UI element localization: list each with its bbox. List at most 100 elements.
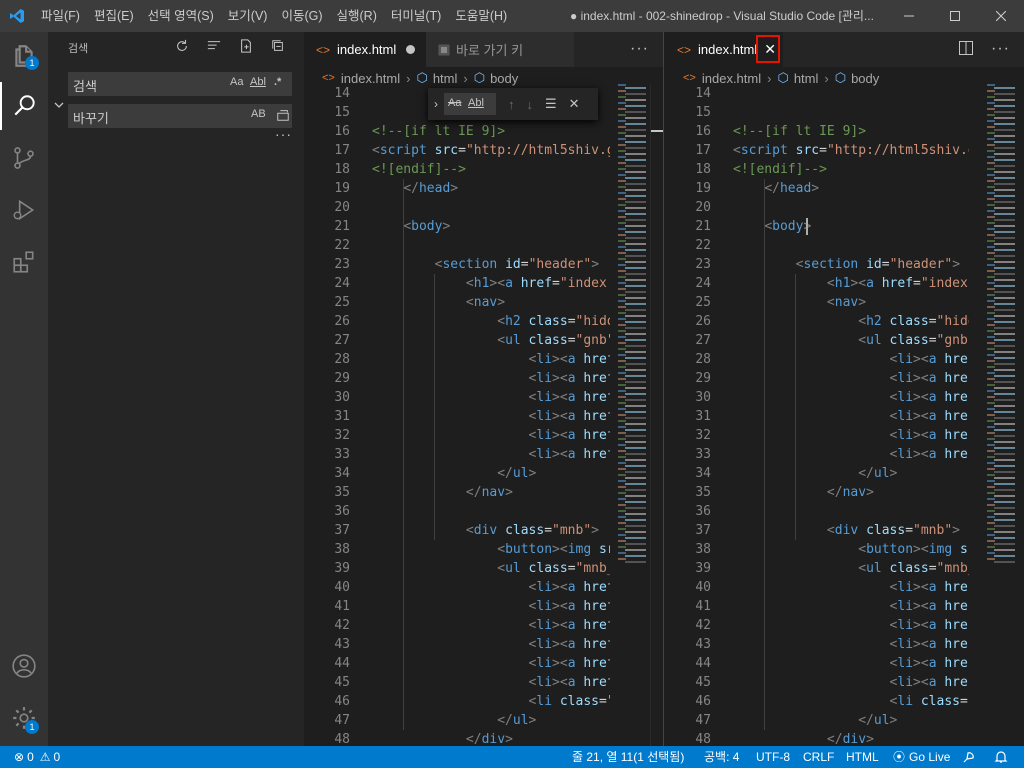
code-line[interactable]: 47 </ul> (304, 711, 610, 730)
code-line[interactable]: 41 <li><a href (304, 597, 610, 616)
match-case-toggle[interactable]: Aa (448, 97, 461, 109)
code-line[interactable]: 37 <div class="mnb"> (665, 521, 969, 540)
language-mode[interactable]: HTML (846, 746, 879, 768)
code-line[interactable]: 39 <ul class="mnb_ (665, 559, 969, 578)
find-in-selection-icon[interactable]: ☰ (545, 96, 557, 112)
code-line[interactable]: 24 <h1><a href="index. (665, 274, 969, 293)
code-line[interactable]: 18 <![endif]--> (304, 160, 610, 179)
code-line[interactable]: 34 </ul> (665, 464, 969, 483)
replace-all-icon[interactable] (276, 108, 290, 125)
code-line[interactable]: 32 <li><a href (304, 426, 610, 445)
accounts-button[interactable] (0, 642, 48, 690)
next-match-icon[interactable]: ↓ (527, 97, 534, 112)
problems-indicator[interactable]: ⊗ 0 ⚠ 0 (14, 746, 60, 768)
code-line[interactable]: 48 </div> (304, 730, 610, 746)
code-line[interactable]: 24 <h1><a href="index. (304, 274, 610, 293)
code-line[interactable]: 32 <li><a href (665, 426, 969, 445)
more-search-options-icon[interactable]: ··· (275, 126, 292, 142)
minimize-button[interactable] (886, 0, 932, 32)
code-editor-left[interactable]: 14 15 16 <!--[if lt IE 9]> 17 <script src="ht… (304, 84, 663, 746)
code-line[interactable]: 40 <li><a href (304, 578, 610, 597)
search-input[interactable]: 검색 Aa Abl .* (68, 72, 292, 96)
more-actions-icon[interactable]: ··· (630, 40, 649, 58)
code-line[interactable]: 18 <![endif]--> (665, 160, 969, 179)
unsaved-dot-icon[interactable] (406, 45, 416, 54)
menu-view[interactable]: 보기(V) (221, 0, 275, 32)
code-line[interactable]: 35 </nav> (665, 483, 969, 502)
code-line[interactable]: 30 <li><a href (665, 388, 969, 407)
minimap-right[interactable] (983, 84, 1024, 746)
toggle-replace-icon[interactable]: › (434, 97, 438, 111)
menu-file[interactable]: 파일(F) (34, 0, 87, 32)
more-actions-icon[interactable]: ··· (991, 40, 1010, 58)
code-line[interactable]: 22 (665, 236, 969, 255)
close-window-button[interactable] (978, 0, 1024, 32)
code-line[interactable]: 33 <li><a href (304, 445, 610, 464)
code-line[interactable]: 42 <li><a href (665, 616, 969, 635)
code-line[interactable]: 43 <li><a href (665, 635, 969, 654)
code-line[interactable]: 26 <h2 class="hidde (304, 312, 610, 331)
code-line[interactable]: 43 <li><a href (304, 635, 610, 654)
code-line[interactable]: 15 (665, 103, 969, 122)
menu-help[interactable]: 도움말(H) (448, 0, 514, 32)
match-whole-word-toggle[interactable]: Abl (250, 76, 266, 88)
code-line[interactable]: 28 <li><a href (665, 350, 969, 369)
replace-input[interactable]: 바꾸기 AB (68, 104, 292, 128)
line-ending[interactable]: CRLF (803, 746, 834, 768)
go-live-button[interactable]: ⦿ Go Live (893, 746, 950, 768)
code-line[interactable]: 40 <li><a href (665, 578, 969, 597)
close-find-icon[interactable]: ✕ (569, 96, 580, 112)
code-line[interactable]: 35 </nav> (304, 483, 610, 502)
code-line[interactable]: 46 <li class=" (304, 692, 610, 711)
code-line[interactable]: 16 <!--[if lt IE 9]> (665, 122, 969, 141)
menu-edit[interactable]: 편집(E) (87, 0, 141, 32)
scrollbar-left[interactable] (650, 84, 663, 746)
code-line[interactable]: 44 <li><a href (665, 654, 969, 673)
refresh-icon[interactable] (174, 38, 190, 54)
code-line[interactable]: 48 </div> (665, 730, 969, 746)
encoding[interactable]: UTF-8 (756, 746, 790, 768)
code-line[interactable]: 20 (304, 198, 610, 217)
manage-button[interactable]: 1 (0, 694, 48, 742)
search-button[interactable] (0, 82, 48, 130)
notifications-bell-icon[interactable] (994, 746, 1008, 768)
code-line[interactable]: 37 <div class="mnb"> (304, 521, 610, 540)
code-line[interactable]: 19 </head> (665, 179, 969, 198)
code-line[interactable]: 14 (665, 84, 969, 103)
preserve-case-toggle[interactable]: AB (251, 108, 266, 120)
code-line[interactable]: 21 <body> (665, 217, 969, 236)
cursor-position[interactable]: 줄 21, 열 11(1 선택됨) (572, 746, 684, 768)
previous-match-icon[interactable]: ↑ (508, 97, 515, 112)
code-line[interactable]: 31 <li><a href (665, 407, 969, 426)
extensions-button[interactable] (0, 238, 48, 286)
code-editor-right[interactable]: 14 15 16 <!--[if lt IE 9]> 17 <script src="ht… (665, 84, 1024, 746)
code-line[interactable]: 47 </ul> (665, 711, 969, 730)
find-input[interactable]: Aa Abl (444, 93, 496, 115)
menu-run[interactable]: 실행(R) (330, 0, 384, 32)
code-line[interactable]: 17 <script src="http://html5shiv.g (304, 141, 610, 160)
code-line[interactable]: 34 </ul> (304, 464, 610, 483)
code-line[interactable]: 33 <li><a href (665, 445, 969, 464)
code-line[interactable]: 30 <li><a href (304, 388, 610, 407)
code-line[interactable]: 26 <h2 class="hidde (665, 312, 969, 331)
code-line[interactable]: 36 (304, 502, 610, 521)
code-line[interactable]: 29 <li><a href (304, 369, 610, 388)
code-line[interactable]: 44 <li><a href (304, 654, 610, 673)
match-case-toggle[interactable]: Aa (230, 76, 243, 88)
indentation[interactable]: 공백: 4 (704, 746, 739, 768)
source-control-button[interactable] (0, 134, 48, 182)
menu-go[interactable]: 이동(G) (274, 0, 329, 32)
explorer-button[interactable]: 1 (0, 32, 48, 80)
code-line[interactable]: 23 <section id="header"> (304, 255, 610, 274)
code-line[interactable]: 41 <li><a href (665, 597, 969, 616)
menu-selection[interactable]: 선택 영역(S) (141, 0, 221, 32)
code-line[interactable]: 27 <ul class="gnb" (304, 331, 610, 350)
code-line[interactable]: 25 <nav> (304, 293, 610, 312)
code-line[interactable]: 16 <!--[if lt IE 9]> (304, 122, 610, 141)
feedback-icon[interactable] (962, 746, 976, 768)
match-whole-word-toggle[interactable]: Abl (468, 97, 484, 109)
code-line[interactable]: 36 (665, 502, 969, 521)
code-line[interactable]: 19 </head> (304, 179, 610, 198)
toggle-replace-chevron-icon[interactable] (54, 98, 64, 113)
use-regex-toggle[interactable]: .* (274, 76, 281, 88)
